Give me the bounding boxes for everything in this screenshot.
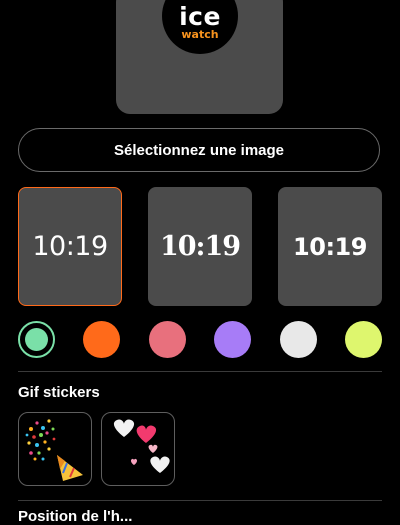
divider (18, 371, 382, 372)
logo-subtext: watch (181, 28, 219, 41)
face-time: 10:19 (293, 232, 367, 261)
sticker-hearts[interactable] (101, 412, 175, 486)
watch-face-style-1[interactable]: 10:19 (18, 187, 122, 306)
color-swatch-green[interactable] (18, 321, 55, 358)
sticker-party-popper[interactable] (18, 412, 92, 486)
party-popper-icon (25, 419, 83, 481)
divider (18, 500, 382, 501)
color-swatch-purple[interactable] (214, 321, 251, 358)
color-swatch-orange[interactable] (83, 321, 120, 358)
color-swatch-pink[interactable] (149, 321, 186, 358)
color-swatch-lime[interactable] (345, 321, 382, 358)
watch-face-style-3[interactable]: 10:19 (278, 187, 382, 306)
gif-stickers-title: Gif stickers (18, 384, 100, 401)
watch-face-style-2[interactable]: 10:19 (148, 187, 252, 306)
color-swatch-white[interactable] (280, 321, 317, 358)
next-section-title: Position de l'h... (18, 508, 133, 525)
select-image-button[interactable]: Sélectionnez une image (18, 128, 380, 172)
face-time: 10:19 (32, 231, 108, 262)
logo-text: ice (179, 2, 221, 31)
hearts-icon (113, 419, 170, 473)
face-time: 10:19 (159, 231, 241, 262)
